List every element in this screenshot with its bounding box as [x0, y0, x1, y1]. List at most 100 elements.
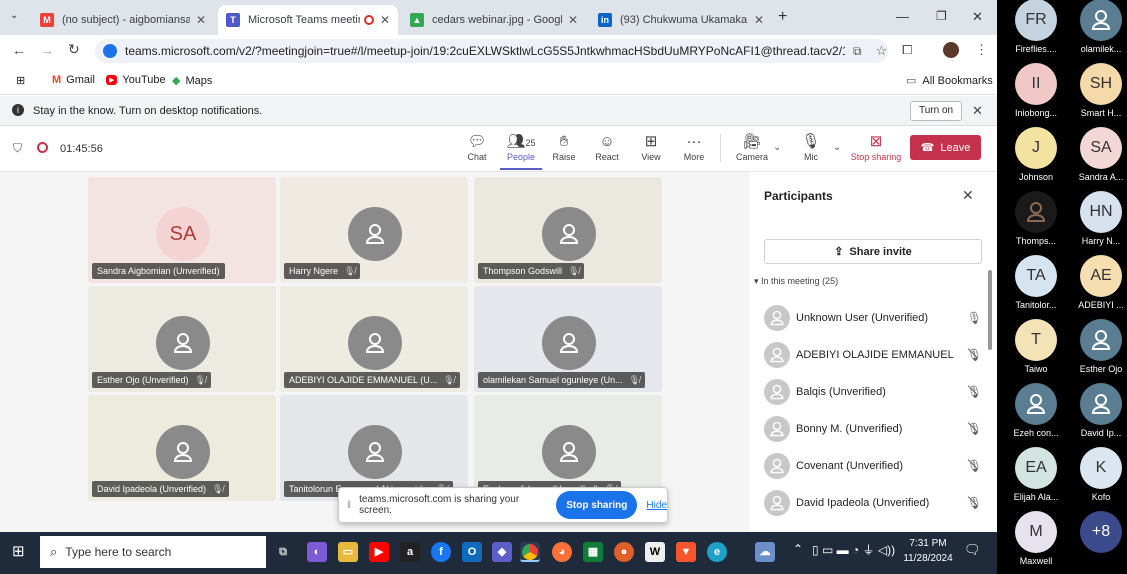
participant-thumb[interactable]: Thomps... [1004, 191, 1068, 246]
amazon-icon[interactable]: a [400, 542, 420, 562]
minimize-button[interactable]: — [896, 9, 909, 24]
stop-sharing-pill[interactable]: Stop sharing [556, 491, 638, 519]
close-icon[interactable]: ✕ [196, 13, 206, 27]
participant-thumb[interactable]: +8 [1069, 511, 1127, 556]
video-tile[interactable]: olamilekan Samuel ogunleye (Un... 🎙︎̸ [474, 286, 662, 392]
youtube-icon[interactable]: ▶ [369, 542, 389, 562]
file-explorer-icon[interactable]: ▭ [338, 542, 358, 562]
leave-button[interactable]: ☎ Leave [910, 135, 981, 160]
participant-row[interactable]: David Ipadeola (Unverified) 🎙︎ [764, 488, 982, 518]
firefox-icon[interactable]: ◕ [552, 542, 572, 562]
tray-icons[interactable]: ▯ ▭ ▬ ◔ ⏚ ◁)) [812, 541, 895, 558]
participant-thumb[interactable]: II Iniobong... [1004, 63, 1068, 118]
video-tile[interactable]: Esther Ojo (Unverified) 🎙︎̸ [88, 286, 276, 392]
chevron-down-icon[interactable]: ⌄ [833, 142, 841, 153]
star-icon[interactable]: ☆ [876, 43, 888, 59]
mic-muted-icon[interactable]: 🎙︎ [967, 422, 982, 436]
browser-app-icon[interactable]: ● [614, 542, 634, 562]
close-icon[interactable]: ✕ [754, 13, 764, 27]
participant-thumb[interactable]: EA Elijah Ala... [1004, 447, 1068, 502]
close-icon[interactable]: ✕ [962, 187, 974, 204]
tab-linkedin[interactable]: in (93) Chukwuma Ukamaka Alice ✕ [590, 5, 772, 35]
participant-thumb[interactable]: Ezeh con... [1004, 383, 1068, 438]
more-button[interactable]: ··· More [673, 132, 715, 162]
notification-icon[interactable]: 🗨︎ [964, 542, 981, 558]
participant-row[interactable]: Unknown User (Unverified) 🎙︎ [764, 303, 982, 333]
participant-row[interactable]: Covenant (Unverified) 🎙︎ [764, 451, 982, 481]
brave-icon[interactable]: ▼ [676, 542, 696, 562]
hide-link[interactable]: Hide [646, 500, 667, 511]
video-tile[interactable]: Ezeh confidence (Unverified)🎙︎̸ [474, 395, 662, 501]
taskbar-search[interactable]: ⌕ Type here to search [40, 536, 266, 568]
chat-button[interactable]: 💬︎ Chat [456, 132, 498, 162]
wikipedia-icon[interactable]: W [645, 542, 665, 562]
extensions-icon[interactable]: ⧠ [902, 42, 912, 58]
people-button[interactable]: 👥︎25 People [500, 132, 542, 170]
video-tile[interactable]: David Ipadeola (Unverified) 🎙︎̸ [88, 395, 276, 501]
url-text[interactable]: teams.microsoft.com/v2/?meetingjoin=true… [125, 44, 845, 58]
window-close-button[interactable]: ✕ [972, 9, 983, 25]
participant-thumb[interactable]: SH Smart H... [1069, 63, 1127, 118]
participant-row[interactable]: Bonny M. (Unverified) 🎙︎ [764, 414, 982, 444]
reload-icon[interactable]: ↻ [68, 41, 80, 58]
mic-icon[interactable]: 🎙︎ [967, 311, 982, 325]
profile-avatar[interactable] [943, 42, 959, 58]
facebook-icon[interactable]: f [431, 542, 451, 562]
participant-thumb[interactable]: T Taiwo [1004, 319, 1068, 374]
close-icon[interactable]: ✕ [380, 13, 390, 27]
participant-thumb[interactable]: K Kofo [1069, 447, 1127, 502]
video-tile[interactable]: Harry Ngere 🎙︎̸ [280, 177, 468, 283]
participant-row[interactable]: Balqis (Unverified) 🎙︎ [764, 377, 982, 407]
drag-handle-icon[interactable]: ‖ [347, 500, 351, 511]
participant-thumb[interactable]: David Ip... [1069, 383, 1127, 438]
video-tile[interactable]: Tanitolorun Emmanuel Akinyemi (...🎙︎̸ [280, 395, 468, 501]
mic-muted-icon[interactable]: 🎙︎ [967, 385, 982, 399]
turn-on-button[interactable]: Turn on [910, 101, 963, 121]
copilot-icon[interactable]: ◐ [307, 542, 327, 562]
participant-thumb[interactable]: J Johnson [1004, 127, 1068, 182]
participant-thumb[interactable]: Esther Ojo [1069, 319, 1127, 374]
mic-muted-icon[interactable]: 🎙︎ [967, 496, 982, 510]
camera-button[interactable]: 🎥︎ Camera [731, 132, 773, 162]
tab-teams[interactable]: T Microsoft Teams meeting | C ✕ [218, 5, 398, 35]
outlook-icon[interactable]: O [462, 542, 482, 562]
chevron-down-icon[interactable]: ⌄ [773, 142, 781, 153]
edge-icon[interactable]: e [707, 542, 727, 562]
weather-icon[interactable]: ☁ [755, 542, 775, 562]
shield-icon[interactable]: ⛉ [13, 141, 22, 156]
participant-thumb[interactable]: AE ADEBIYI ... [1069, 255, 1127, 310]
participant-thumb[interactable]: SA Sandra A... [1069, 127, 1127, 182]
in-meeting-section[interactable]: ▾ In this meeting (25) [754, 276, 838, 287]
site-info-icon[interactable] [103, 44, 117, 58]
raise-hand-button[interactable]: ✋︎ Raise [543, 132, 585, 162]
share-invite-button[interactable]: ⇪ Share invite [764, 239, 982, 264]
close-icon[interactable]: ✕ [568, 13, 578, 27]
participant-thumb[interactable]: HN Harry N... [1069, 191, 1127, 246]
app-icon[interactable]: ◆ [492, 542, 512, 562]
windows-start-icon[interactable]: ⊞ [12, 544, 25, 559]
chevron-up-icon[interactable]: ⌃ [793, 542, 803, 556]
taskbar-clock[interactable]: 7:31 PM 11/28/2024 [900, 536, 956, 566]
participant-thumb[interactable]: olamilek... [1069, 0, 1127, 54]
address-bar[interactable]: teams.microsoft.com/v2/?meetingjoin=true… [95, 39, 888, 63]
participant-thumb[interactable]: FR Fireflies.... [1004, 0, 1068, 54]
bookmark-youtube[interactable]: ▶ YouTube [106, 74, 166, 86]
video-tile[interactable]: Thompson Godswill 🎙︎̸ [474, 177, 662, 283]
all-bookmarks[interactable]: ▭ All Bookmarks [906, 74, 993, 88]
mic-button[interactable]: 🎙︎ Mic [790, 132, 832, 162]
new-tab-button[interactable]: + [778, 8, 787, 26]
react-button[interactable]: ☺ React [586, 132, 628, 162]
tab-gmail[interactable]: M (no subject) - aigbomiansandra ✕ [32, 5, 214, 35]
back-arrow-icon[interactable]: ← [12, 42, 26, 58]
participant-row[interactable]: ADEBIYI OLAJIDE EMMANUEL ... 🎙︎ [764, 340, 982, 370]
forward-arrow-icon[interactable]: → [40, 42, 54, 58]
video-tile[interactable]: ADEBIYI OLAJIDE EMMANUEL (U... 🎙︎̸ [280, 286, 468, 392]
mic-muted-icon[interactable]: 🎙︎ [967, 348, 982, 362]
chrome-icon[interactable] [520, 542, 540, 562]
menu-icon[interactable]: ⋮ [975, 42, 988, 58]
view-button[interactable]: ⊞ View [630, 132, 672, 162]
tab-drive[interactable]: ▲ cedars webinar.jpg - Google Dr ✕ [402, 5, 586, 35]
scrollbar[interactable] [988, 270, 992, 350]
bookmark-gmail[interactable]: M Gmail [52, 74, 95, 86]
cast-icon[interactable]: ⧉ [853, 44, 862, 59]
